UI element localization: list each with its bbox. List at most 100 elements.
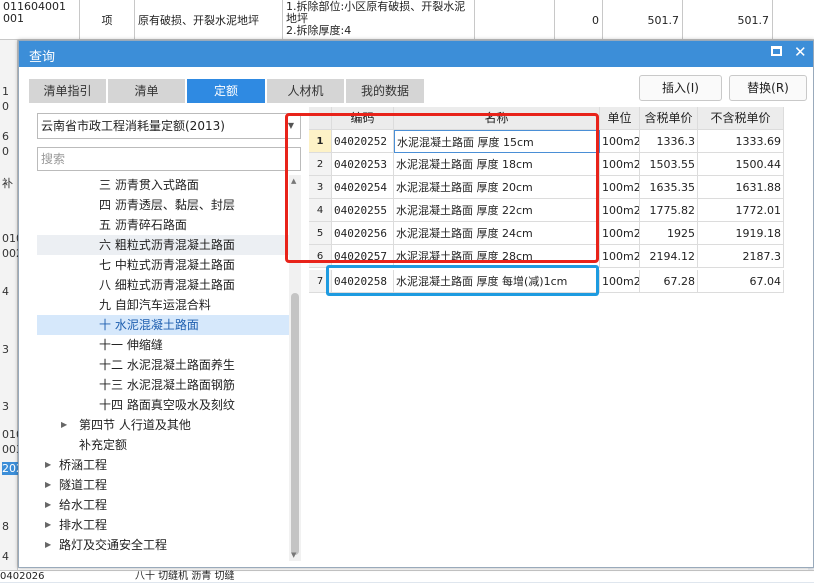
chevron-right-icon[interactable]: ▶	[45, 475, 51, 495]
tree-node[interactable]: 十三 水泥混凝土路面钢筋	[37, 375, 289, 395]
table-cell[interactable]: 1631.88	[698, 176, 784, 199]
maximize-icon[interactable]	[771, 46, 782, 56]
table-cell[interactable]: 100m2	[600, 199, 640, 222]
tree-node-label: 四 沥青透层、黏层、封层	[99, 198, 235, 212]
tree-node-label: 十 水泥混凝土路面	[99, 318, 199, 332]
table-cell[interactable]: 67.28	[640, 270, 698, 293]
bg-mark: 4	[2, 285, 9, 298]
scroll-thumb[interactable]	[291, 293, 299, 555]
table-cell[interactable]: 100m2	[600, 222, 640, 245]
chevron-right-icon[interactable]: ▶	[45, 515, 51, 535]
scroll-down-icon[interactable]: ▼	[291, 551, 296, 559]
tree-node[interactable]: 九 自卸汽车运混合料	[37, 295, 289, 315]
dialog-title: 查询	[29, 50, 56, 65]
tree-node-label: 七 中粒式沥青混凝土路面	[99, 258, 235, 272]
tree-node-label: 隧道工程	[59, 478, 108, 492]
dialog-titlebar[interactable]: 查询 ✕	[19, 41, 813, 67]
table-cell[interactable]: 2187.3	[698, 245, 784, 268]
chevron-right-icon[interactable]: ▶	[61, 415, 67, 435]
table-cell[interactable]: 100m2	[600, 245, 640, 268]
tree-node-label: 六 粗粒式沥青混凝土路面	[99, 238, 235, 252]
tree-node-label: 第四节 人行道及其他	[79, 418, 191, 432]
bg-mark: 3	[2, 400, 9, 413]
tab-materials[interactable]: 人材机	[267, 79, 344, 103]
tree-node[interactable]: 补充定额	[37, 435, 289, 455]
tree-node[interactable]: 八 细粒式沥青混凝土路面	[37, 275, 289, 295]
tree-node[interactable]: 十一 伸缩缝	[37, 335, 289, 355]
bg-check-cell[interactable]	[475, 0, 555, 40]
close-icon[interactable]: ✕	[794, 43, 807, 61]
tab-bill[interactable]: 清单	[108, 79, 185, 103]
quota-library-select[interactable]: 云南省市政工程消耗量定额(2013) ▼	[37, 113, 301, 139]
table-cell[interactable]: 2194.12	[640, 245, 698, 268]
tree-node[interactable]: ▶ 桥涵工程	[37, 455, 289, 475]
tree-node[interactable]: ▶ 给水工程	[37, 495, 289, 515]
bg-code-cell: 011604001 001	[0, 0, 80, 40]
bg-bottom-text: 八十 切缝机 沥青 切缝	[135, 571, 235, 582]
column-header[interactable]: 含税单价	[640, 107, 698, 130]
insert-button[interactable]: 插入(I)	[639, 75, 722, 101]
tree-node-label: 五 沥青碎石路面	[99, 218, 187, 232]
bg-mark: 8	[2, 520, 9, 533]
bg-desc-cell: 原有破损、开裂水泥地坪	[135, 0, 283, 40]
tree-node-label: 桥涵工程	[59, 458, 108, 472]
table-cell[interactable]: 100m2	[600, 153, 640, 176]
quota-tree-panel: 云南省市政工程消耗量定额(2013) ▼ 搜索 ▶ 路灯及交通安全工程 ▶ 排水工程 ▶…	[37, 113, 301, 561]
bg-mark: 1	[2, 85, 9, 98]
bg-num-cell: 501.7	[603, 0, 683, 40]
tab-quota[interactable]: 定额	[187, 79, 265, 103]
chapter-tree: ▶ 路灯及交通安全工程 ▶ 排水工程 ▶ 给水工程 ▶ 隧道工程 ▶ 桥涵工程 补充定额 ▶ 第四节 人…	[37, 175, 301, 561]
table-cell[interactable]: 1503.55	[640, 153, 698, 176]
table-cell[interactable]: 1919.18	[698, 222, 784, 245]
table-cell[interactable]: 1336.3	[640, 130, 698, 153]
tree-node-label: 十三 水泥混凝土路面钢筋	[99, 378, 235, 392]
table-cell[interactable]: 1772.01	[698, 199, 784, 222]
tree-node[interactable]: ▶ 排水工程	[37, 515, 289, 535]
tree-node[interactable]: 四 沥青透层、黏层、封层	[37, 195, 289, 215]
annotation-red-box	[285, 113, 599, 263]
tab-my-data[interactable]: 我的数据	[346, 79, 424, 103]
background-left-column: 1 0 6 0 补 010 002 4 3 3 010 003 202 8 4	[0, 40, 23, 582]
tree-node[interactable]: 十二 水泥混凝土路面养生	[37, 355, 289, 375]
tree-node[interactable]: 六 粗粒式沥青混凝土路面	[37, 235, 289, 255]
tree-node-label: 补充定额	[79, 438, 128, 452]
tree-node-label: 路灯及交通安全工程	[59, 538, 168, 552]
table-cell[interactable]: 1500.44	[698, 153, 784, 176]
table-cell[interactable]: 100m2	[600, 176, 640, 199]
tree-node[interactable]: 七 中粒式沥青混凝土路面	[37, 255, 289, 275]
table-cell[interactable]: 1775.82	[640, 199, 698, 222]
table-cell[interactable]: 1333.69	[698, 130, 784, 153]
tree-node[interactable]: 十 水泥混凝土路面	[37, 315, 289, 335]
tab-bill-guide[interactable]: 清单指引	[29, 79, 106, 103]
table-cell[interactable]: 1925	[640, 222, 698, 245]
bg-feature-cell: 1.拆除部位:小区原有破损、开裂水泥地坪 2.拆除厚度:4	[283, 0, 475, 40]
tree-node-label: 给水工程	[59, 498, 108, 512]
bg-num-cell: 0	[555, 0, 603, 40]
table-cell[interactable]: 100m2	[600, 270, 640, 293]
tree-node[interactable]: ▶ 隧道工程	[37, 475, 289, 495]
tree-node[interactable]: ▶ 路灯及交通安全工程	[37, 535, 289, 555]
annotation-blue-box	[326, 265, 599, 296]
chevron-right-icon[interactable]: ▶	[45, 495, 51, 515]
table-cell[interactable]: 100m2	[600, 130, 640, 153]
tree-node-label: 十一 伸缩缝	[99, 338, 163, 352]
tree-node-label: 三 沥青贯入式路面	[99, 178, 199, 192]
bg-mark: 0	[2, 145, 9, 158]
tree-node[interactable]: 十四 路面真空吸水及刻纹	[37, 395, 289, 415]
column-header[interactable]: 不含税单价	[698, 107, 784, 130]
search-input[interactable]: 搜索	[37, 147, 301, 171]
table-cell[interactable]: 1635.35	[640, 176, 698, 199]
tree-node[interactable]: 三 沥青贯入式路面	[37, 175, 289, 195]
chevron-right-icon[interactable]: ▶	[45, 455, 51, 475]
bg-mark: 3	[2, 343, 9, 356]
tree-node-label: 八 细粒式沥青混凝土路面	[99, 278, 235, 292]
background-bottom-row: 0402026 八十 切缝机 沥青 切缝	[0, 570, 814, 582]
tree-node-label: 十四 路面真空吸水及刻纹	[99, 398, 235, 412]
column-header[interactable]: 单位	[600, 107, 640, 130]
replace-button[interactable]: 替换(R)	[729, 75, 807, 101]
table-cell[interactable]: 67.04	[698, 270, 784, 293]
tree-node[interactable]: 五 沥青碎石路面	[37, 215, 289, 235]
tree-node[interactable]: ▶ 第四节 人行道及其他	[37, 415, 289, 435]
background-top-row: 011604001 001 项 原有破损、开裂水泥地坪 1.拆除部位:小区原有破…	[0, 0, 814, 40]
chevron-right-icon[interactable]: ▶	[45, 535, 51, 555]
